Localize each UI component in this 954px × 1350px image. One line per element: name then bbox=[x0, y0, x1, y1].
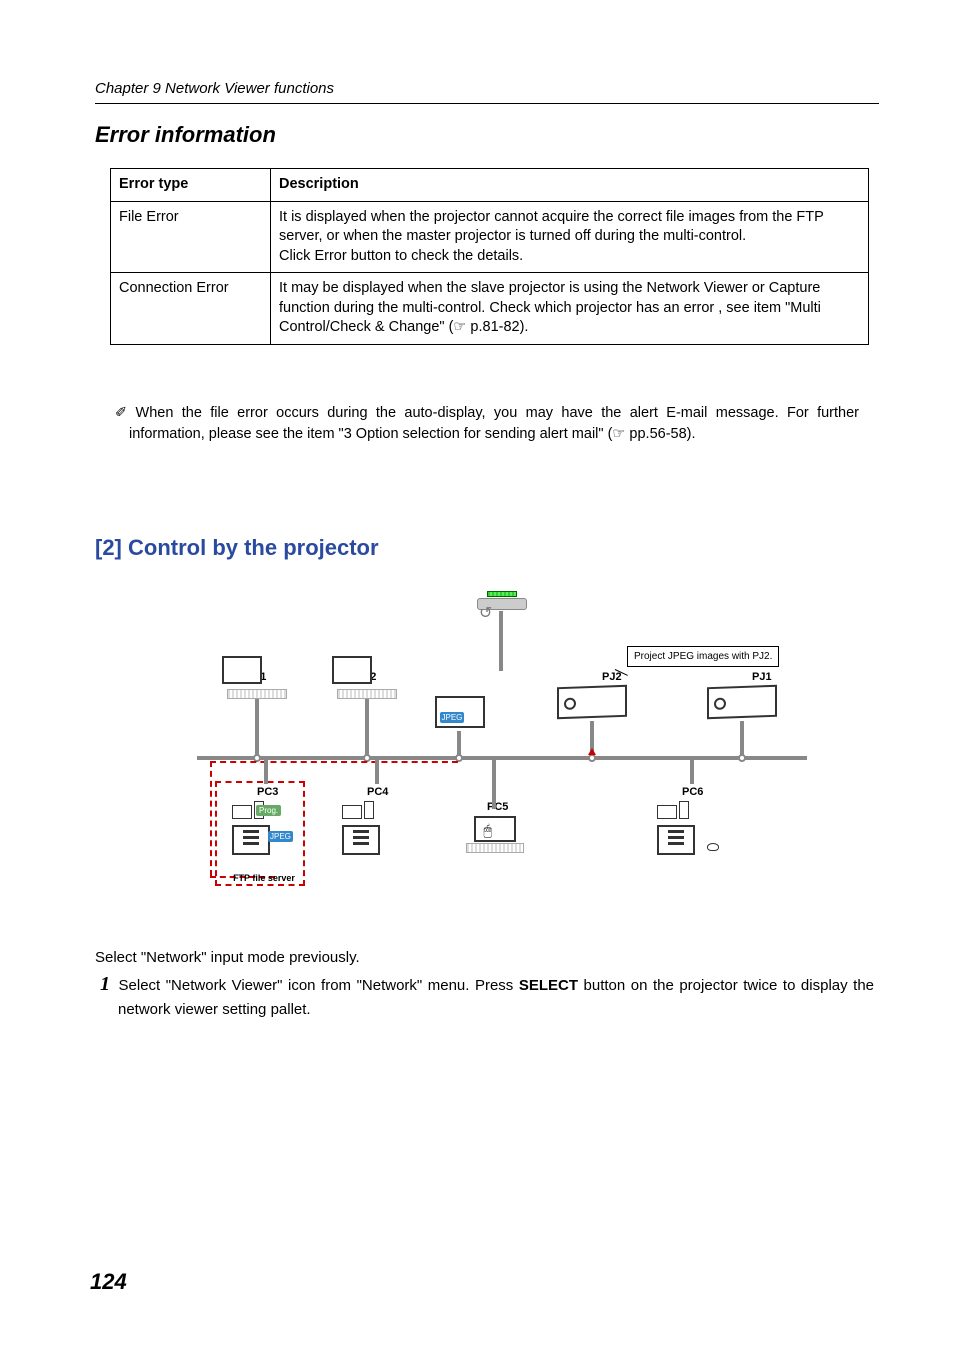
laptop-icon: JPEG bbox=[422, 696, 497, 728]
chapter-heading: Chapter 9 Network Viewer functions bbox=[95, 80, 879, 97]
table-row: Connection Error It may be displayed whe… bbox=[111, 273, 869, 345]
page-number: 124 bbox=[90, 1269, 127, 1295]
jpeg-badge-icon: JPEG bbox=[440, 712, 465, 723]
data-path-line bbox=[210, 761, 212, 876]
network-diagram: ↺ Project JPEG images with PJ2. PC1 PC2 … bbox=[137, 591, 837, 921]
bus-line bbox=[197, 756, 807, 760]
cell-description: It may be displayed when the slave proje… bbox=[271, 273, 869, 345]
error-table: Error type Description File Error It is … bbox=[110, 168, 869, 345]
label-pc5: PC5 bbox=[487, 801, 508, 813]
footnote: ✐ When the file error occurs during the … bbox=[115, 403, 859, 445]
label-pc6: PC6 bbox=[682, 786, 703, 798]
cell-error-type: File Error bbox=[111, 201, 271, 273]
table-row: File Error It is displayed when the proj… bbox=[111, 201, 869, 273]
th-error-type: Error type bbox=[111, 169, 271, 202]
arrow-icon bbox=[588, 748, 596, 755]
highlight-box bbox=[215, 781, 305, 886]
th-description: Description bbox=[271, 169, 869, 202]
step-1: 1 Select "Network Viewer" icon from "Net… bbox=[100, 970, 874, 1021]
callout-box: Project JPEG images with PJ2. bbox=[627, 646, 779, 667]
section-title-error-information: Error information bbox=[95, 122, 879, 148]
label-pc4: PC4 bbox=[367, 786, 388, 798]
pc-icon bbox=[657, 801, 697, 855]
label-pj1: PJ1 bbox=[752, 671, 772, 683]
table-header-row: Error type Description bbox=[111, 169, 869, 202]
section-title-control-by-projector: [2] Control by the projector bbox=[95, 535, 879, 561]
instruction-text: Select "Network" input mode previously. bbox=[95, 949, 879, 966]
projector-icon bbox=[557, 685, 627, 719]
divider bbox=[95, 103, 879, 104]
network-hub-icon: ↺ bbox=[477, 591, 527, 610]
cell-description: It is displayed when the projector canno… bbox=[271, 201, 869, 273]
laptop-icon: 🖱 bbox=[457, 816, 532, 853]
cell-error-type: Connection Error bbox=[111, 273, 271, 345]
step-number: 1 bbox=[100, 973, 110, 995]
projector-icon bbox=[707, 685, 777, 719]
pc-icon bbox=[342, 801, 382, 855]
label-pj2: PJ2 bbox=[602, 671, 622, 683]
